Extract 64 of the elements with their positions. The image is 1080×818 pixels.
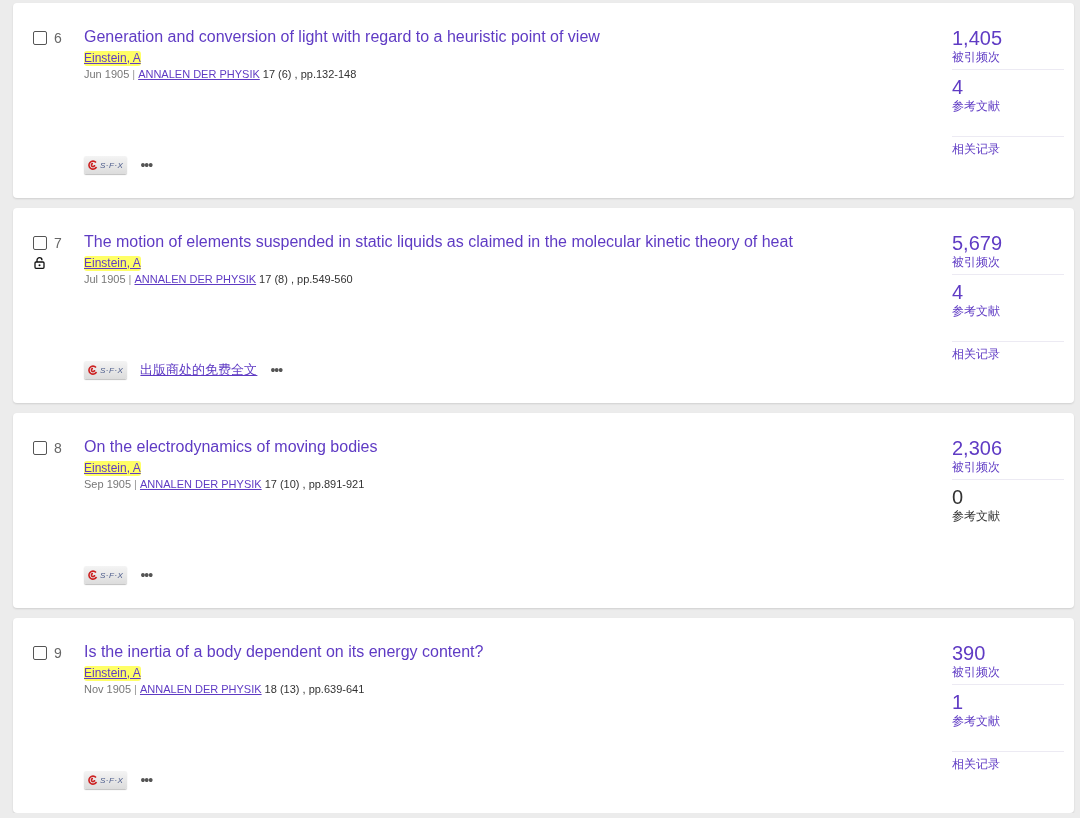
author-link[interactable]: Einstein, A: [84, 256, 141, 271]
checkbox[interactable]: [33, 236, 47, 250]
metric-count[interactable]: 1: [952, 691, 964, 713]
related-records-link[interactable]: 相关记录: [952, 751, 1064, 772]
metric-label[interactable]: 被引频次: [952, 254, 1000, 270]
volume-pages: 17 (6) , pp.132-148: [262, 68, 357, 80]
publication-date: Jul 1905: [84, 273, 126, 285]
separator: |: [134, 683, 137, 695]
author-link[interactable]: Einstein, A: [84, 666, 141, 681]
journal-link[interactable]: ANNALEN DER PHYSIK: [139, 478, 262, 490]
author-link[interactable]: Einstein, A: [84, 461, 141, 476]
more-button[interactable]: •••: [140, 157, 153, 173]
metric-count[interactable]: 2,306: [952, 437, 1003, 459]
record-title[interactable]: The motion of elements suspended in static liquids as claimed in the molecular kinetic theory of heat: [84, 232, 793, 252]
metric-count[interactable]: 5,679: [952, 232, 1003, 254]
volume-pages: 18 (13) , pp.639-641: [264, 683, 365, 695]
metric-count[interactable]: 4: [952, 76, 964, 98]
swirl-icon: [88, 570, 98, 580]
metric-label[interactable]: 参考文献: [952, 98, 1000, 114]
checkbox[interactable]: [33, 646, 47, 660]
record-number: 9: [54, 645, 62, 661]
sfx-button[interactable]: S·F·X: [84, 566, 128, 584]
metric-label[interactable]: 参考文献: [952, 713, 1000, 729]
publication-date: Sep 1905: [84, 478, 132, 490]
metric-label[interactable]: 被引频次: [952, 459, 1000, 475]
author-link[interactable]: Einstein, A: [84, 51, 141, 66]
related-records-link[interactable]: 相关记录: [952, 341, 1064, 362]
journal-link[interactable]: ANNALEN DER PHYSIK: [139, 683, 262, 695]
checkbox[interactable]: [33, 31, 47, 45]
record-number: 6: [54, 30, 62, 46]
sfx-button[interactable]: S·F·X: [84, 156, 128, 174]
metric-label[interactable]: 被引频次: [952, 49, 1000, 65]
swirl-icon: [88, 775, 98, 785]
more-button[interactable]: •••: [270, 362, 283, 378]
metric-label: 参考文献: [952, 508, 1000, 524]
sfx-button[interactable]: S·F·X: [84, 361, 128, 379]
more-button[interactable]: •••: [140, 772, 153, 788]
swirl-icon: [88, 365, 98, 375]
free-fulltext-link[interactable]: 出版商处的免费全文: [140, 361, 258, 379]
record-title[interactable]: On the electrodynamics of moving bodies: [84, 437, 378, 457]
separator: |: [128, 273, 132, 285]
publication-date: Nov 1905: [84, 683, 132, 695]
related-records-link[interactable]: 相关记录: [952, 136, 1064, 157]
journal-link[interactable]: ANNALEN DER PHYSIK: [138, 68, 260, 80]
record-number: 7: [54, 235, 62, 251]
metric-label[interactable]: 被引频次: [952, 664, 1000, 680]
more-button[interactable]: •••: [140, 567, 153, 583]
record-number: 8: [54, 440, 62, 456]
metric-count: 0: [952, 486, 964, 508]
metric-label[interactable]: 参考文献: [952, 303, 1000, 319]
separator: |: [134, 478, 137, 490]
publication-date: Jun 1905: [84, 68, 130, 80]
metric-count[interactable]: 1,405: [952, 27, 1003, 49]
checkbox[interactable]: [33, 441, 47, 455]
volume-pages: 17 (8) , pp.549-560: [259, 273, 353, 285]
record-title[interactable]: Generation and conversion of light with regard to a heuristic point of view: [84, 27, 600, 47]
sfx-button[interactable]: S·F·X: [84, 771, 128, 789]
journal-link[interactable]: ANNALEN DER PHYSIK: [134, 273, 257, 285]
swirl-icon: [88, 160, 98, 170]
record-title[interactable]: Is the inertia of a body dependent on its energy content?: [84, 642, 484, 662]
separator: |: [132, 68, 136, 80]
metric-count[interactable]: 4: [952, 281, 964, 303]
metric-count[interactable]: 390: [952, 642, 986, 664]
volume-pages: 17 (10) , pp.891-921: [264, 478, 365, 490]
